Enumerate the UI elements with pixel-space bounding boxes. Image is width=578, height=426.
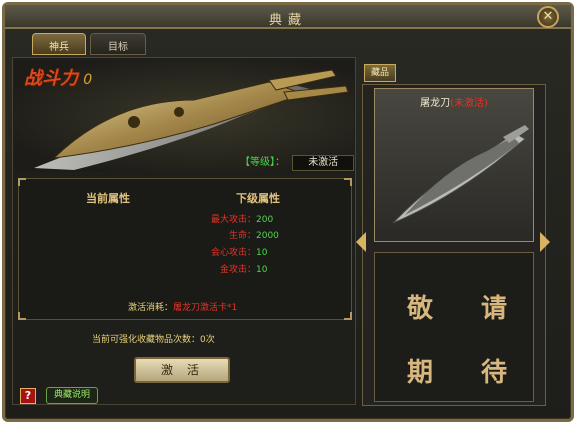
level-row: 【等级】： 未激活: [240, 153, 355, 171]
question-icon[interactable]: ?: [20, 388, 36, 404]
coming-soon-char: 请: [480, 294, 507, 324]
arrow-left-icon[interactable]: [356, 232, 366, 252]
cost-value: 屠龙刀激活卡*1: [173, 303, 238, 313]
window-title: 典藏: [268, 13, 307, 28]
collection-help-link[interactable]: 典藏说明: [46, 387, 98, 404]
cost-label: 激活消耗：: [128, 303, 174, 313]
current-attributes-header: 当前属性: [86, 192, 130, 205]
attribute-key: 最大攻击：: [210, 215, 256, 225]
frame-corner: [18, 312, 26, 320]
attribute-key: 金攻击：: [219, 265, 256, 275]
item-status: (未激活): [450, 98, 488, 109]
attribute-row: 会心攻击：10: [150, 245, 310, 258]
item-title: 屠龙刀(未激活): [374, 94, 534, 109]
attribute-key: 生命：: [228, 231, 256, 241]
close-icon[interactable]: ✕: [537, 6, 559, 28]
attribute-row: 金攻击：10: [150, 262, 310, 275]
attribute-row: 生命：2000: [150, 228, 310, 241]
coming-soon-char: 待: [480, 358, 507, 388]
frame-corner: [18, 178, 26, 186]
attribute-value: 200: [256, 215, 274, 225]
activation-cost: 激活消耗：屠龙刀激活卡*1: [128, 300, 237, 313]
frame-corner: [344, 312, 352, 320]
attribute-key: 会心攻击：: [210, 248, 256, 258]
coming-soon-char: 敬: [406, 294, 433, 324]
tab-collection[interactable]: 藏品: [364, 64, 396, 82]
item-preview: [374, 88, 534, 242]
level-label: 【等级】：: [240, 157, 285, 168]
activate-button[interactable]: 激活: [134, 357, 230, 383]
next-attributes-header: 下级属性: [236, 192, 280, 205]
enhance-times: 当前可强化收藏物品次数：0次: [92, 335, 215, 345]
level-value: 未激活: [292, 155, 355, 171]
frame-corner: [344, 178, 352, 186]
tab-weapon[interactable]: 神兵: [32, 33, 86, 55]
item-preview-image: [392, 125, 529, 224]
power-value: 0: [83, 72, 93, 88]
title-bar: 典藏 ✕: [5, 5, 571, 29]
power-label: 战斗力: [24, 68, 78, 89]
combat-power: 战斗力 0: [24, 64, 92, 90]
arrow-right-icon[interactable]: [540, 232, 550, 252]
attribute-value: 10: [256, 248, 268, 258]
attribute-value: 2000: [256, 231, 279, 241]
attribute-row: 最大攻击：200: [150, 212, 310, 225]
coming-soon-char: 期: [406, 358, 433, 388]
item-name: 屠龙刀: [420, 98, 451, 109]
attribute-value: 10: [256, 265, 268, 275]
tab-target[interactable]: 目标: [90, 33, 146, 55]
